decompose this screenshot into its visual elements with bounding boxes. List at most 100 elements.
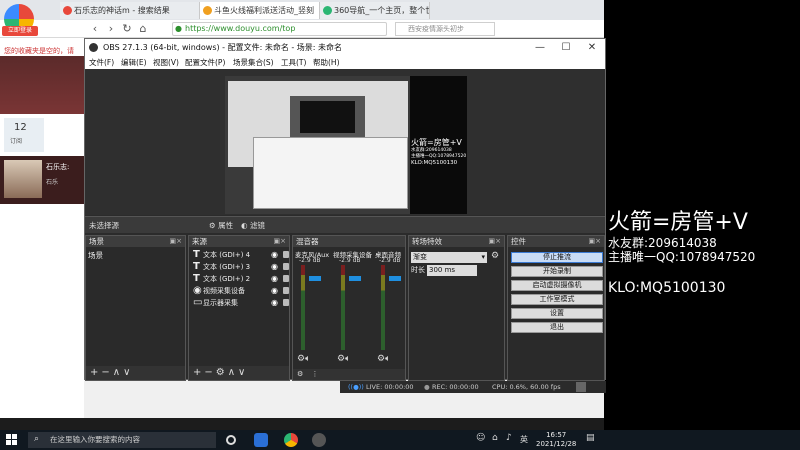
duration-input[interactable]: 300 ms: [427, 265, 477, 276]
task-view-icon[interactable]: [226, 435, 236, 445]
text-source-icon: T: [193, 249, 200, 260]
properties-label: 属性: [218, 221, 234, 230]
menu-file[interactable]: 文件(F): [89, 56, 114, 69]
menu-scene-collection[interactable]: 场景集合(S): [233, 56, 274, 69]
eye-icon[interactable]: ◉: [271, 285, 278, 296]
refresh-icon[interactable]: ↻: [120, 22, 134, 36]
menu-view[interactable]: 视图(V): [153, 56, 179, 69]
source-item[interactable]: T 文本 (GDI+) 2 ◉: [193, 273, 289, 284]
menu-profile[interactable]: 配置文件(P): [185, 56, 225, 69]
maximize-button[interactable]: ☐: [553, 39, 579, 56]
taskbar-search-input[interactable]: 在这里输入你要搜索的内容: [28, 432, 216, 448]
lock-icon[interactable]: [283, 287, 289, 294]
windows-start-icon[interactable]: [6, 434, 18, 446]
taskbar-clock[interactable]: 16:57 2021/12/28: [536, 431, 576, 449]
volume-slider[interactable]: [309, 276, 321, 281]
lock-icon[interactable]: [283, 275, 289, 282]
source-label: 文本 (GDI+) 4: [203, 251, 251, 259]
360-browser-icon[interactable]: [284, 433, 298, 447]
sources-toolbar[interactable]: +−⚙∧∨: [189, 366, 289, 380]
close-button[interactable]: ✕: [579, 39, 605, 56]
volume-meter: [381, 265, 385, 350]
lock-icon[interactable]: [283, 263, 289, 270]
streamer-thumbnail[interactable]: [4, 160, 42, 198]
eye-icon[interactable]: ◉: [271, 273, 278, 284]
address-bar[interactable]: ● https://www.douyu.com/top: [172, 22, 387, 36]
source-item[interactable]: T 文本 (GDI+) 3 ◉: [193, 261, 289, 272]
lock-icon[interactable]: [283, 299, 289, 306]
undock-icon[interactable]: ▣×: [170, 236, 182, 247]
start-recording-button[interactable]: 开始录制: [511, 266, 603, 277]
studio-mode-button[interactable]: 工作室模式: [511, 294, 603, 305]
controls-dock: 控件 ▣× 停止推流 开始录制 启动虚拟摄像机 工作室模式 设置 退出: [507, 235, 605, 381]
mixer-settings-icon[interactable]: ⚙🔈︎: [297, 354, 310, 364]
back-icon[interactable]: ‹: [88, 22, 102, 36]
no-source-label: 未选择源: [89, 221, 119, 230]
network-icon[interactable]: ⌂: [492, 433, 498, 443]
streamer-subtitle: 石乐: [46, 179, 59, 186]
login-button[interactable]: 立即登录: [2, 26, 38, 36]
undock-icon[interactable]: ▣×: [489, 236, 501, 247]
browser-tab-search[interactable]: 石乐志的神话m - 搜索结果: [60, 2, 200, 19]
volume-slider[interactable]: [349, 276, 361, 281]
source-item[interactable]: ◉视频采集设备 ◉: [193, 285, 289, 296]
camera-source-icon: ◉: [193, 285, 202, 296]
tab-label: 斗鱼火线福利派送活动_竖刻: [214, 6, 314, 15]
filters-label: 滤镜: [249, 221, 265, 230]
obs-taskbar-icon[interactable]: [312, 433, 326, 447]
eye-icon[interactable]: ◉: [271, 261, 278, 272]
360-tab-icon: [323, 6, 332, 15]
transition-select[interactable]: 渐变 ▾: [411, 252, 487, 263]
source-toolbar: 未选择源 ⚙ 属性 ◐ 滤镜: [85, 216, 605, 233]
scenes-toolbar[interactable]: +−∧∨: [86, 366, 185, 380]
scenes-dock-header: 场景 ▣×: [86, 236, 185, 247]
source-item[interactable]: ▭显示器采集 ◉: [193, 297, 289, 308]
source-item[interactable]: T 文本 (GDI+) 4 ◉: [193, 249, 289, 260]
mixer-settings-icon[interactable]: ⚙🔈︎: [337, 354, 350, 364]
controls-dock-header: 控件 ▣×: [508, 236, 604, 247]
volume-icon[interactable]: ♪: [506, 433, 512, 443]
undock-icon[interactable]: ▣×: [274, 236, 286, 247]
stream-health-indicator: [576, 382, 586, 392]
mixer-footer: ⚙ ⋮: [293, 369, 405, 380]
language-indicator[interactable]: 英: [520, 434, 528, 445]
menu-tools[interactable]: 工具(T): [281, 56, 306, 69]
gear-icon[interactable]: ⚙: [491, 251, 499, 261]
people-icon[interactable]: ☺: [476, 433, 485, 443]
favorites-notice: 您的收藏夹是空的，请: [4, 47, 74, 55]
forward-icon[interactable]: ›: [104, 22, 118, 36]
clock-date: 2021/12/28: [536, 440, 577, 448]
mixer-settings-icon[interactable]: ⚙🔈︎: [377, 354, 390, 364]
eye-icon[interactable]: ◉: [271, 249, 278, 260]
obs-title-bar: OBS 27.1.3 (64-bit, windows) - 配置文件: 未命名…: [85, 39, 605, 56]
undock-icon[interactable]: ▣×: [589, 236, 601, 247]
windows-taskbar: 在这里输入你要搜索的内容 ⌕ ☺ ⌂ ♪ 英 16:57 2021/12/28 …: [0, 430, 800, 450]
notifications-icon[interactable]: ▤: [586, 433, 595, 443]
menu-edit[interactable]: 编辑(E): [121, 56, 147, 69]
volume-meter: [341, 265, 345, 350]
minimize-button[interactable]: —: [527, 39, 553, 56]
source-label: 视频采集设备: [203, 287, 245, 295]
browser-tab-360[interactable]: 360导航_一个主页，整个世界: [320, 2, 430, 19]
home-icon[interactable]: ⌂: [136, 22, 150, 36]
browser-search-input[interactable]: 西安疫情源头初步: [395, 22, 495, 36]
browser-tab-douyu[interactable]: 斗鱼火线福利派送活动_竖刻: [200, 2, 320, 19]
obs-logo-icon: [89, 43, 98, 52]
exit-button[interactable]: 退出: [511, 322, 603, 333]
transitions-title: 转场特效: [412, 237, 442, 246]
stop-streaming-button[interactable]: 停止推流: [511, 252, 603, 263]
volume-slider[interactable]: [389, 276, 401, 281]
tab-label: 360导航_一个主页，整个世界: [334, 6, 429, 15]
filters-button[interactable]: ◐ 滤镜: [241, 217, 265, 234]
eye-icon[interactable]: ◉: [271, 297, 278, 308]
start-virtual-camera-button[interactable]: 启动虚拟摄像机: [511, 280, 603, 291]
subscription-count: 12: [14, 122, 27, 133]
properties-button[interactable]: ⚙ 属性: [209, 217, 233, 234]
lock-icon[interactable]: [283, 251, 289, 258]
promo-banner[interactable]: [0, 56, 84, 114]
scene-item[interactable]: 场景: [88, 250, 103, 261]
menu-help[interactable]: 帮助(H): [313, 56, 340, 69]
edge-browser-icon[interactable]: [254, 433, 268, 447]
settings-button[interactable]: 设置: [511, 308, 603, 319]
live-indicator-icon: ((●)): [348, 383, 364, 391]
